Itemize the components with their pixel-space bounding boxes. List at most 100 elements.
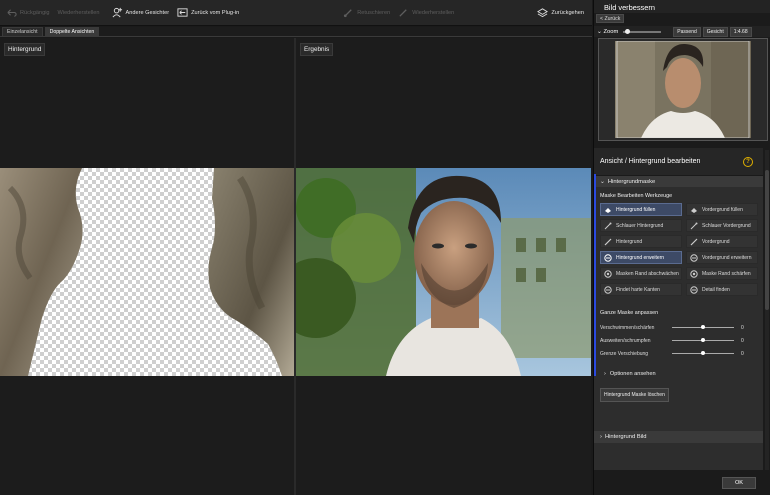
zoom-label[interactable]: ⌄ Zoom (597, 29, 618, 35)
zoom-face-button[interactable]: Gesicht (702, 26, 728, 37)
zoom-slider-knob[interactable] (625, 28, 631, 34)
undo-button[interactable]: Rückgängig (2, 0, 54, 26)
brush-icon (604, 238, 612, 246)
tool-fill-background[interactable]: Hintergrund füllen (600, 203, 682, 216)
sidebar-title: Bild verbessern (594, 0, 770, 13)
tool-label: Vordergrund (702, 238, 730, 245)
find-edges-icon (604, 285, 612, 294)
zoom-slider[interactable] (623, 28, 662, 34)
tool-smart-foreground[interactable]: Schlauer Vordergrund (686, 219, 758, 232)
tool-label: Schlauer Hintergrund (616, 222, 664, 229)
tool-expand-background[interactable]: Hintergrund erweitern (600, 251, 682, 264)
background-panel[interactable]: Hintergrund (0, 38, 294, 495)
view-tabs: Einzelansicht Doppelte Ansichten (0, 27, 592, 37)
bucket-icon (604, 206, 612, 214)
help-icon[interactable]: ? (743, 156, 753, 167)
toolbar: Rückgängig Wiederherstellen Andere Gesic… (0, 0, 592, 26)
edit-panel-title: Ansicht / Hintergrund bearbeiten (600, 158, 701, 165)
slider-label: Ausweiten/schrumpfen (600, 337, 651, 344)
tool-soften-edge[interactable]: Masken Rand abschwächen (600, 267, 682, 280)
ok-button[interactable]: OK (722, 477, 756, 489)
tool-label: Hintergrund (616, 238, 643, 245)
redo-label: Wiederherstellen (57, 9, 100, 16)
redo-button[interactable]: Wiederherstellen (54, 0, 104, 26)
retouch-button[interactable]: Retuschieren (339, 0, 394, 26)
tool-label: Detail finden (702, 286, 730, 293)
chevron-down-icon: ⌄ (600, 178, 605, 185)
faces-icon (112, 7, 123, 18)
tool-sharpen-edge[interactable]: Maske Rand schärfen (686, 267, 758, 280)
layers-icon (537, 7, 549, 18)
back-to-plugin-button[interactable]: Zurück vom Plug-in (173, 0, 243, 26)
tool-label: Findet harte Kanten (616, 286, 660, 293)
border-shift-slider-row: Grenze Verschiebung 0 (594, 347, 763, 360)
slider-knob[interactable] (701, 351, 705, 355)
mask-section-header[interactable]: ⌄ Hintergrundmaske (594, 176, 763, 187)
expand-icon (604, 253, 612, 262)
tool-label: Hintergrund erweitern (616, 254, 665, 261)
undo-icon (6, 7, 17, 18)
tool-smart-background[interactable]: Schlauer Hintergrund (600, 219, 682, 232)
tool-label: Masken Rand abschwächen (616, 270, 679, 277)
view-options-label: Optionen ansehen (609, 371, 656, 377)
tab-single-view[interactable]: Einzelansicht (2, 27, 43, 36)
zoom-fit-button[interactable]: Passend (673, 26, 701, 37)
reset-label: Zurückgehen (551, 9, 584, 16)
zoom-ratio-readout[interactable]: 1:4.68 (729, 26, 752, 37)
tool-find-hard-edges[interactable]: Findet harte Kanten (600, 283, 682, 296)
adjust-mask-title: Ganze Maske anpassen (600, 310, 659, 316)
tool-foreground-brush[interactable]: Vordergrund (686, 235, 758, 248)
restore-button[interactable]: Wiederherstellen (394, 0, 458, 26)
portrait-result-graphic (296, 168, 591, 376)
expand-shrink-slider[interactable] (672, 338, 734, 342)
background-image-section-title: Hintergrund Bild (604, 434, 647, 440)
mask-tools-grid: Hintergrund füllen Vordergrund füllen Sc… (594, 203, 763, 296)
border-shift-slider[interactable] (672, 351, 734, 355)
tab-double-view[interactable]: Doppelte Ansichten (44, 27, 100, 36)
tool-expand-foreground[interactable]: Vordergrund erweitern (686, 251, 758, 264)
blur-sharpen-slider-row: Verschwimmen/schärfen 0 (594, 321, 763, 334)
tool-find-detail[interactable]: Detail finden (686, 283, 758, 296)
expand-shrink-slider-row: Ausweiten/schrumpfen 0 (594, 334, 763, 347)
slider-label: Grenze Verschiebung (600, 350, 649, 357)
zoom-row: ⌄ Zoom Passend Gesicht 1:4.68 (594, 26, 770, 37)
slider-value: 0 (741, 350, 744, 357)
slider-knob[interactable] (701, 325, 705, 329)
reset-button[interactable]: Zurückgehen (533, 0, 588, 26)
bucket-icon (690, 206, 698, 214)
view-options-toggle[interactable]: › Optionen ansehen (604, 368, 763, 380)
navigator-thumbnail[interactable] (598, 38, 768, 141)
brush-icon (690, 238, 698, 246)
restore-label: Wiederherstellen (412, 9, 455, 16)
tools-title: Maske Bearbeiten Werkzeuge (600, 193, 673, 199)
expand-icon (690, 253, 698, 262)
delete-mask-button[interactable]: Hintergrund Maske löschen (600, 388, 669, 402)
sidebar-scrollbar[interactable] (765, 150, 769, 470)
tool-background-brush[interactable]: Hintergrund (600, 235, 682, 248)
scrollbar-thumb[interactable] (765, 170, 769, 310)
blur-sharpen-slider[interactable] (672, 325, 734, 329)
edit-panel-header: Ansicht / Hintergrund bearbeiten ? (594, 148, 763, 176)
background-image-section-header[interactable]: › Hintergrund Bild (594, 431, 763, 443)
find-detail-icon (690, 285, 698, 294)
soften-icon (604, 269, 612, 278)
slider-value: 0 (741, 324, 744, 331)
back-to-plugin-label: Zurück vom Plug-in (191, 9, 240, 16)
edit-background-panel: Ansicht / Hintergrund bearbeiten ? ⌄ Hin… (594, 148, 763, 470)
slider-knob[interactable] (701, 338, 705, 342)
active-section-indicator (594, 174, 596, 376)
chevron-right-icon: › (604, 371, 606, 377)
tool-label: Vordergrund erweitern (702, 254, 752, 261)
mask-section-title: Hintergrundmaske (607, 178, 656, 185)
background-panel-label: Hintergrund (4, 43, 46, 56)
tool-label: Hintergrund füllen (616, 206, 656, 213)
tool-fill-foreground[interactable]: Vordergrund füllen (686, 203, 758, 216)
result-image[interactable] (296, 168, 591, 376)
background-mask-image[interactable] (0, 168, 294, 376)
back-button[interactable]: < Zurück (596, 14, 625, 23)
other-faces-button[interactable]: Andere Gesichter (108, 0, 174, 26)
result-panel[interactable]: Ergebnis (296, 38, 591, 495)
brush-icon (343, 7, 354, 18)
other-faces-label: Andere Gesichter (125, 9, 170, 16)
zoom-label-text: Zoom (603, 28, 619, 35)
